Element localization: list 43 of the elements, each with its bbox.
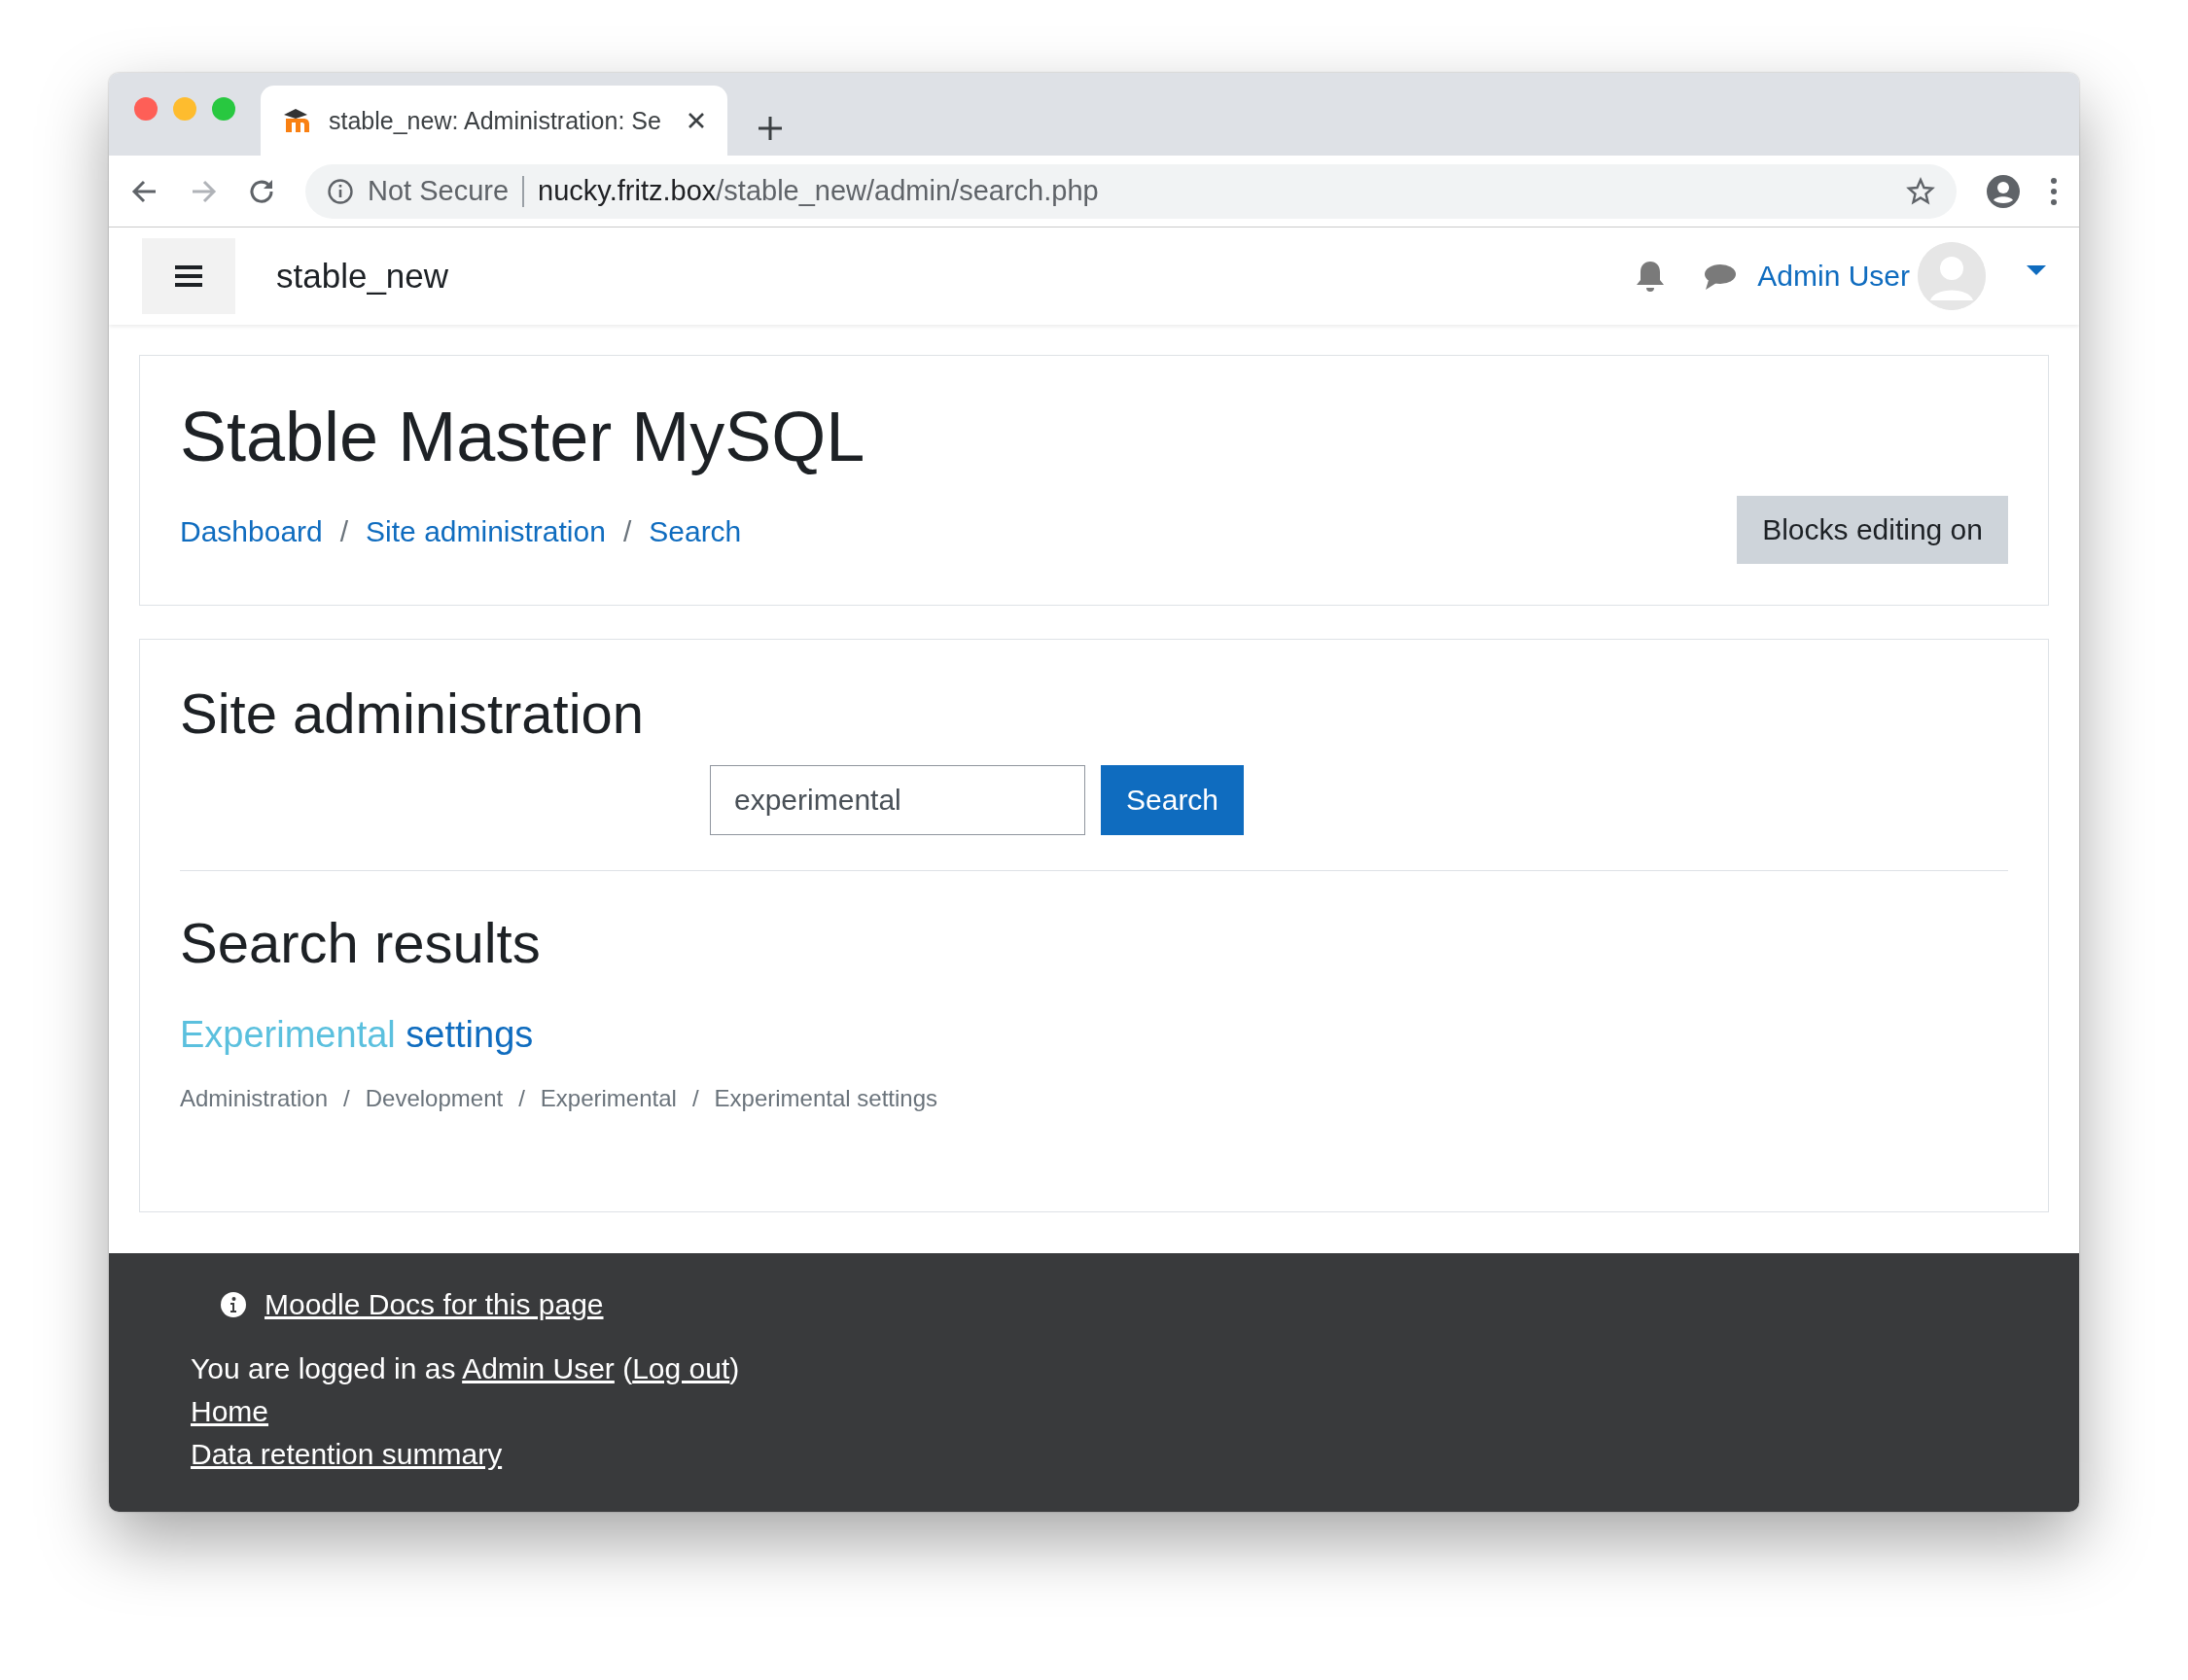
user-link[interactable]: Admin User xyxy=(462,1352,615,1384)
search-field[interactable]: experimental xyxy=(710,765,1085,835)
caret-icon[interactable] xyxy=(2027,265,2046,277)
hamburger-icon xyxy=(175,264,202,288)
docs-link[interactable]: Moodle Docs for this page xyxy=(265,1288,604,1321)
search-button[interactable]: Search xyxy=(1101,765,1245,835)
path-separator: / xyxy=(343,1085,350,1112)
browser-tab[interactable]: stable_new: Administration: Se xyxy=(261,86,727,156)
footer-link[interactable]: Data retention summary xyxy=(191,1438,503,1470)
chat-bubble-icon[interactable] xyxy=(1703,262,1737,291)
info-icon xyxy=(220,1291,247,1318)
breadcrumb-link[interactable]: Dashboard xyxy=(180,515,323,548)
bell-icon[interactable] xyxy=(1635,260,1667,293)
result-path-item: Development xyxy=(365,1085,504,1112)
results-heading: Search results xyxy=(180,910,542,975)
breadcrumb-separator: / xyxy=(622,515,632,548)
result-path-item: Experimental xyxy=(540,1085,677,1112)
user-name[interactable]: Admin User xyxy=(1757,260,1910,293)
path-separator: / xyxy=(691,1085,699,1112)
section-heading: Site administration xyxy=(180,681,646,746)
breadcrumb-link[interactable]: Site administration xyxy=(366,515,606,548)
info-icon xyxy=(327,177,354,205)
address-bar[interactable]: Not Secure nucky.fritz.box/stable_new/admin/search.php xyxy=(305,163,1957,219)
footer-link[interactable]: Home xyxy=(191,1395,269,1427)
new-tab-icon[interactable] xyxy=(757,115,784,142)
menu-button[interactable] xyxy=(142,238,235,314)
result-link[interactable]: Experimental settings xyxy=(180,1014,534,1056)
profile-icon[interactable] xyxy=(1986,173,2021,209)
result-path-item: Administration xyxy=(180,1085,329,1112)
star-icon[interactable] xyxy=(1906,176,1935,206)
close-tab-icon[interactable] xyxy=(687,111,706,130)
menu-icon[interactable] xyxy=(2050,176,2058,206)
site-name[interactable]: stable_new xyxy=(276,257,1636,296)
blocks-editing-button[interactable]: Blocks editing on xyxy=(1737,496,2008,564)
breadcrumb-separator: / xyxy=(339,515,349,548)
breadcrumb-link[interactable]: Search xyxy=(649,515,742,548)
result-path-item: Experimental settings xyxy=(714,1085,937,1112)
page-title: Stable Master MySQL xyxy=(180,397,866,476)
path-separator: / xyxy=(518,1085,525,1112)
security-label: Not Secure xyxy=(368,175,510,207)
login-info-text: You are logged in as Admin User (Log out) xyxy=(191,1352,741,1385)
url-text: nucky.fritz.box/stable_new/admin/search.php xyxy=(538,175,1100,207)
tab-title: stable_new: Administration: Se xyxy=(329,106,662,135)
